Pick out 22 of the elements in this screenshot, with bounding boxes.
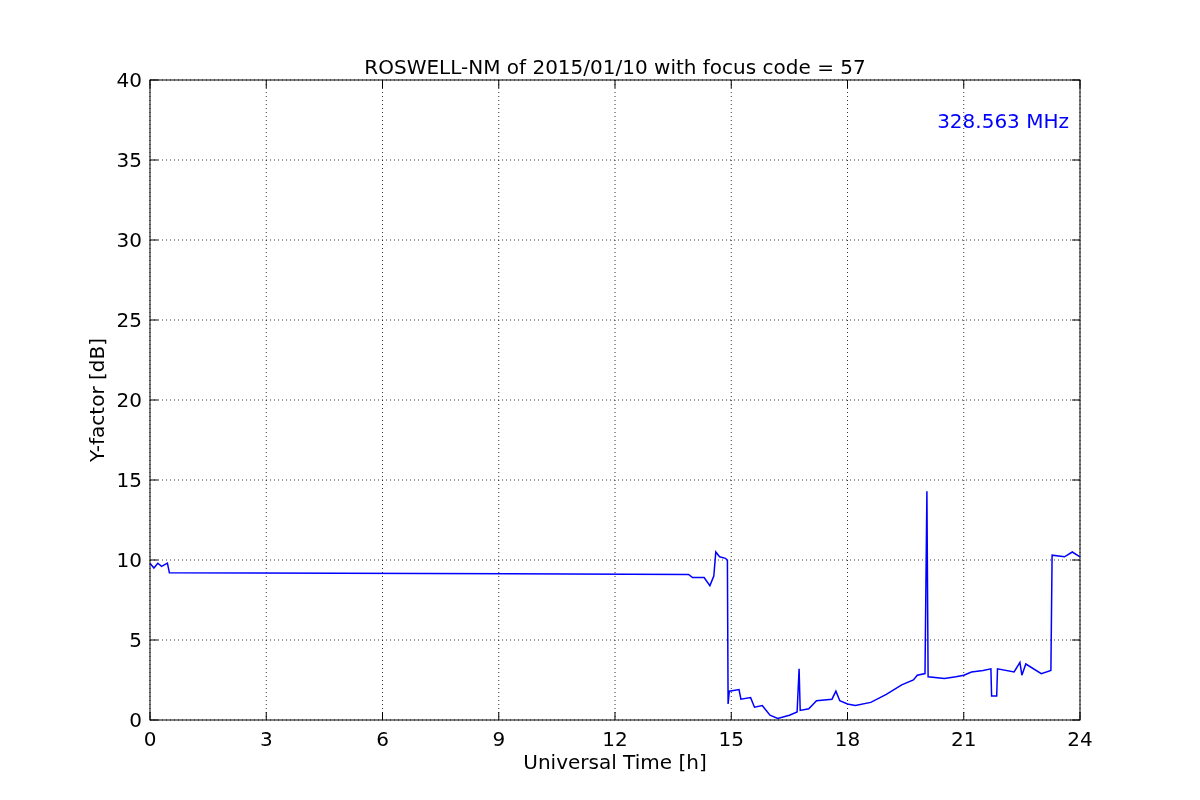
y-tick-label: 15	[116, 468, 142, 492]
x-tick-label: 21	[951, 727, 977, 751]
x-tick-label: 6	[376, 727, 389, 751]
x-axis-title: Universal Time [h]	[523, 750, 707, 774]
x-tick-label: 12	[602, 727, 628, 751]
chart-title: ROSWELL-NM of 2015/01/10 with focus code = 57	[364, 55, 866, 79]
y-tick-label: 10	[116, 548, 142, 572]
x-tick-label: 24	[1067, 727, 1093, 751]
y-tick-label: 35	[116, 148, 142, 172]
y-tick-label: 5	[129, 628, 142, 652]
frequency-annotation: 328.563 MHz	[937, 109, 1069, 133]
x-tick-label: 0	[143, 727, 157, 751]
x-tick-label: 15	[718, 727, 744, 751]
y-tick-label: 0	[129, 708, 142, 732]
y-tick-label: 25	[116, 308, 142, 332]
y-tick-label: 30	[116, 228, 142, 252]
y-axis-title: Y-factor [dB]	[85, 338, 109, 462]
y-tick-label: 40	[116, 68, 142, 92]
x-tick-label: 3	[259, 727, 273, 751]
x-tick-label: 9	[492, 727, 506, 751]
x-tick-label: 18	[834, 727, 861, 751]
y-tick-label: 20	[116, 388, 142, 412]
